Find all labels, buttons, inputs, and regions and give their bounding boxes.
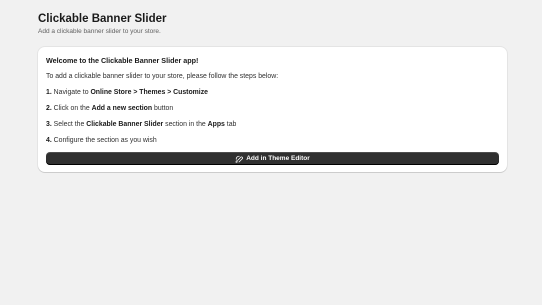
theme-editor-icon <box>235 155 244 163</box>
app-page: Clickable Banner Slider Add a clickable … <box>0 0 542 305</box>
step-text: Navigate to <box>51 89 91 96</box>
step-text: Select the <box>51 121 87 128</box>
cta-label: Add in Theme Editor <box>246 155 310 162</box>
step-emphasis-apps: Apps <box>207 121 225 128</box>
step-text-suffix: button <box>152 105 174 112</box>
step-text-middle: section in the <box>163 121 208 128</box>
intro-text: To add a clickable banner slider to your… <box>46 73 279 80</box>
step-emphasis: Online Store > Themes > Customize <box>90 89 208 96</box>
page-subtitle: Add a clickable banner slider to your st… <box>38 28 161 35</box>
step-emphasis: Add a new section <box>91 105 153 112</box>
step-emphasis: Clickable Banner Slider <box>86 121 164 128</box>
step-text-suffix: tab <box>224 121 237 128</box>
page-title: Clickable Banner Slider <box>38 13 167 25</box>
step-2: 2. Click on the Add a new section button <box>46 104 499 113</box>
add-in-theme-editor-button[interactable]: Add in Theme Editor <box>46 152 499 165</box>
instructions-card: Welcome to the Clickable Banner Slider a… <box>38 47 507 172</box>
step-1: 1. Navigate to Online Store > Themes > C… <box>46 88 499 97</box>
step-text: Configure the section as you wish <box>51 137 157 144</box>
page-header: Clickable Banner Slider Add a clickable … <box>38 12 166 36</box>
welcome-heading: Welcome to the Clickable Banner Slider a… <box>46 56 199 65</box>
step-3: 3. Select the Clickable Banner Slider se… <box>46 120 499 129</box>
step-4: 4. Configure the section as you wish <box>46 136 499 145</box>
step-text: Click on the <box>51 105 92 112</box>
